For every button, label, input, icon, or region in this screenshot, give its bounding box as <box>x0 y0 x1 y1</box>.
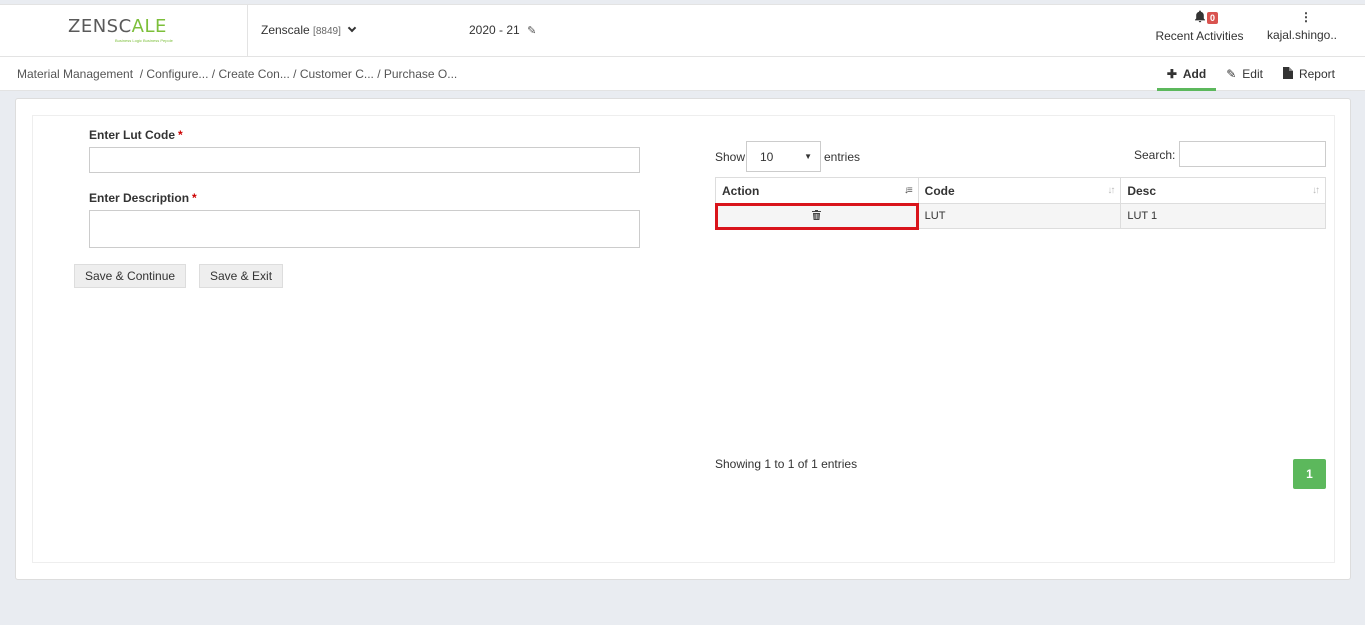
fiscal-year-selector[interactable]: 2020 - 21 ✎ <box>469 23 536 37</box>
column-header-desc[interactable]: Desc ↓↑ <box>1120 177 1326 204</box>
breadcrumb-item[interactable]: / Configure... <box>140 67 209 81</box>
breadcrumb-item[interactable]: Material Management <box>17 67 133 81</box>
table-header-row: Action ↓≡ Code ↓↑ Desc ↓↑ <box>715 177 1326 204</box>
more-vertical-icon: ⋮ <box>1300 10 1312 24</box>
breadcrumb-item[interactable]: / Customer C... <box>293 67 374 81</box>
plus-icon: ✚ <box>1166 67 1177 81</box>
top-header: ZENSCALE Business Logic Business Pepole … <box>0 4 1365 57</box>
edit-icon: ✎ <box>1226 67 1237 81</box>
logo-text: ZENSCALE <box>68 16 167 37</box>
pagination-info: Showing 1 to 1 of 1 entries <box>715 457 858 471</box>
page-button-1[interactable]: 1 <box>1293 459 1326 489</box>
edit-icon: ✎ <box>527 25 537 37</box>
recent-activities[interactable]: 0 Recent Activities <box>1152 10 1247 43</box>
table-row: LUT LUT 1 <box>714 202 1326 230</box>
show-label: Show <box>715 150 746 164</box>
activities-label: Recent Activities <box>1155 29 1244 43</box>
page-size-select[interactable]: 10 ▼ <box>746 141 821 172</box>
activities-badge: 0 <box>1207 12 1219 24</box>
sort-icon: ↓≡ <box>903 185 913 196</box>
user-name: kajal.shingo.. <box>1266 28 1338 42</box>
sort-icon: ↓↑ <box>1107 185 1115 196</box>
chevron-down-icon <box>347 23 357 33</box>
entries-label: entries <box>824 150 861 164</box>
add-button[interactable]: ✚ Add <box>1156 57 1217 91</box>
logo-tagline: Business Logic Business Pepole <box>115 38 173 43</box>
column-header-code[interactable]: Code ↓↑ <box>917 177 1122 204</box>
company-name: Zenscale <box>261 23 310 37</box>
content-panel: Enter Lut Code * Enter Description * Save … <box>32 115 1335 563</box>
edit-button[interactable]: ✎ Edit <box>1216 57 1273 91</box>
report-button[interactable]: Report <box>1273 57 1345 91</box>
search-label: Search: <box>1134 148 1176 162</box>
breadcrumb: Material Management / Configure... / Cre… <box>17 67 457 81</box>
file-icon <box>1282 66 1293 82</box>
user-menu[interactable]: ⋮ kajal.shingo.. <box>1262 10 1342 43</box>
description-label: Enter Description * <box>89 191 197 205</box>
column-header-action[interactable]: Action ↓≡ <box>715 177 919 204</box>
row-code-cell: LUT <box>917 203 1122 229</box>
lut-table: Action ↓≡ Code ↓↑ Desc ↓↑ LUT LUT 1 <box>714 177 1326 230</box>
breadcrumb-item[interactable]: / Create Con... <box>212 67 290 81</box>
bell-icon <box>1194 10 1206 24</box>
fiscal-year: 2020 - 21 <box>469 23 520 37</box>
save-exit-button[interactable]: Save & Exit <box>199 264 284 288</box>
row-action-cell <box>714 202 920 230</box>
sort-icon: ↓↑ <box>1312 185 1320 196</box>
main-card: Enter Lut Code * Enter Description * Save … <box>15 98 1351 580</box>
trash-icon[interactable] <box>812 209 822 220</box>
company-selector[interactable]: Zenscale [8849] <box>261 23 357 37</box>
search-input[interactable] <box>1179 141 1326 167</box>
lut-code-label: Enter Lut Code * <box>89 128 183 142</box>
breadcrumb-item[interactable]: / Purchase O... <box>377 67 457 81</box>
page-actions: ✚ Add ✎ Edit Report <box>1156 57 1345 91</box>
page-size-value: 10 <box>760 150 774 164</box>
logo[interactable]: ZENSCALE Business Logic Business Pepole <box>0 5 248 57</box>
row-desc-cell: LUT 1 <box>1120 203 1326 229</box>
caret-down-icon: ▼ <box>804 152 812 161</box>
breadcrumb-bar: Material Management / Configure... / Cre… <box>0 57 1365 91</box>
company-code: [8849] <box>313 26 341 37</box>
save-continue-button[interactable]: Save & Continue <box>74 264 187 288</box>
lut-code-input[interactable] <box>89 147 640 173</box>
description-input[interactable] <box>89 210 640 248</box>
